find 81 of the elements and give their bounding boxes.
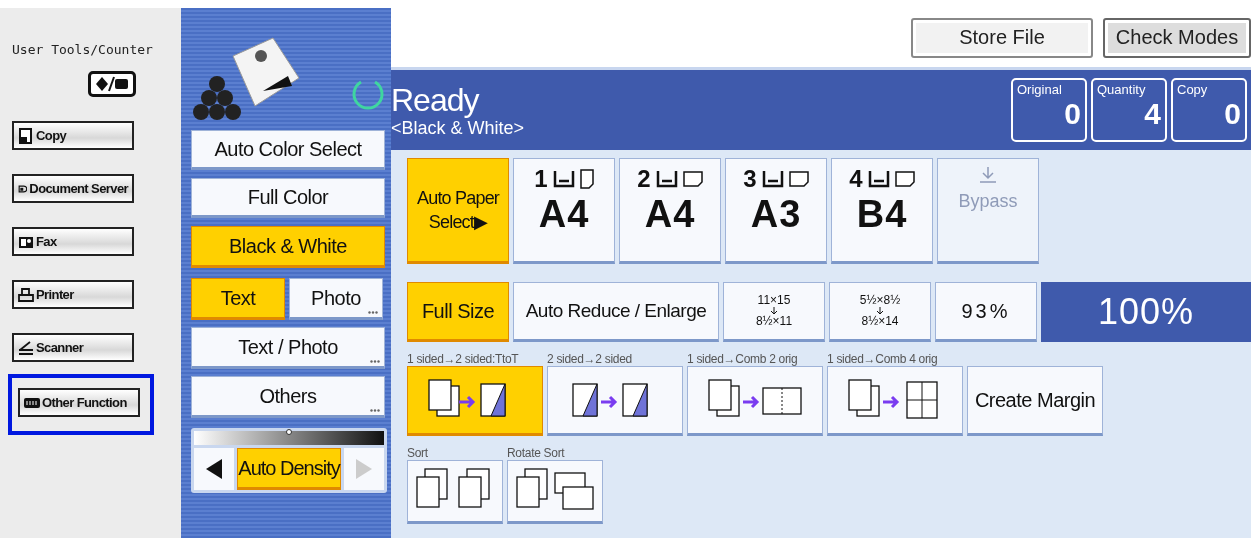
counter-label: Quantity (1097, 82, 1147, 97)
more-dots-icon (370, 360, 380, 363)
scanner-icon (18, 339, 34, 356)
tray-icon (760, 168, 785, 190)
color-mode-button[interactable]: Auto Color Select (191, 130, 385, 170)
paper-size: B4 (856, 193, 908, 236)
tray-icon (654, 168, 679, 190)
function-button[interactable]: Copy (12, 121, 134, 150)
color-mode-button[interactable]: Full Color (191, 178, 385, 218)
paper-tray-button[interactable]: 2 A4 (619, 158, 721, 264)
function-button[interactable]: Other Function (18, 388, 140, 417)
landscape-paper-icon (788, 171, 809, 187)
function-button[interactable]: Printer (12, 280, 134, 309)
user-tools-counter-button[interactable] (88, 71, 136, 97)
ratio-preset-button[interactable]: 11×15 8½×11 (723, 282, 825, 342)
landscape-paper-icon (894, 171, 915, 187)
duplex-button[interactable] (687, 366, 823, 436)
finishing-button[interactable] (507, 460, 603, 524)
tools-counter-icon (95, 76, 129, 92)
lighter-button[interactable] (194, 448, 234, 490)
tray-icon (551, 168, 576, 190)
store-file-button[interactable]: Store File (911, 17, 1093, 58)
auto-density-button[interactable]: Auto Density (237, 448, 341, 490)
auto-reduce-enlarge-button[interactable]: Auto Reduce / Enlarge (513, 282, 719, 342)
landscape-paper-icon (682, 171, 703, 187)
finishing-caption: Sort (407, 446, 429, 460)
full-size-button[interactable]: Full Size (407, 282, 509, 342)
auto-paper-select-button[interactable]: Auto Paper Select▶ (407, 158, 509, 264)
counter-value: 0 (1223, 97, 1241, 131)
color-mode-button[interactable]: Black & White (191, 226, 385, 268)
down-arrow-icon (770, 307, 778, 315)
original-type-button[interactable]: Others (191, 376, 385, 418)
counter-value: 0 (1063, 97, 1081, 131)
counter-value: 4 (1143, 97, 1161, 131)
tray-number: 3 (743, 165, 757, 193)
ratio-percent-button[interactable]: 93% (935, 282, 1037, 342)
tray-icon (866, 168, 891, 190)
check-modes-button[interactable]: Check Modes (1103, 17, 1251, 58)
more-dots-icon (370, 409, 380, 412)
down-arrow-icon (876, 307, 884, 315)
paper-size: A4 (538, 193, 590, 236)
duplex-caption: 1 sided→Comb 2 orig (687, 352, 799, 366)
more-dots-icon (368, 311, 378, 314)
paper-tray-button[interactable]: 1 A4 (513, 158, 615, 264)
printer-icon (18, 286, 34, 303)
original-type-button[interactable]: Text / Photo (191, 327, 385, 369)
status-subtitle: <Black & White> (391, 117, 526, 139)
paper-tray-button[interactable]: 3 A3 (725, 158, 827, 264)
paper-tray-button[interactable]: 4 B4 (831, 158, 933, 264)
left-arrow-icon (206, 459, 222, 479)
ratio-preset-button[interactable]: 5½×8½ 8½×14 (829, 282, 931, 342)
duplex-button[interactable] (407, 366, 543, 436)
duplex-caption: 1 sided→2 sided:TtoT (407, 352, 520, 366)
duplex-button[interactable] (547, 366, 683, 436)
counter-label: Original (1017, 82, 1063, 97)
paper-size: A3 (750, 193, 802, 236)
original-type-button[interactable]: Text (191, 278, 285, 320)
status-title: Ready (391, 81, 480, 118)
download-icon (978, 165, 998, 185)
function-button[interactable]: Scanner (12, 333, 134, 362)
duplex-button[interactable] (827, 366, 963, 436)
ready-indicator-icon (351, 78, 385, 112)
tray-number: 4 (849, 165, 863, 193)
tray-number: 1 (534, 165, 548, 193)
duplex-caption: 1 sided→Comb 4 orig (827, 352, 939, 366)
create-margin-button[interactable]: Create Margin (967, 366, 1103, 436)
paper-size: A4 (644, 193, 696, 236)
density-marker[interactable] (286, 429, 292, 435)
user-tools-label: User Tools/Counter (12, 42, 153, 57)
finishing-caption: Rotate Sort (507, 446, 566, 460)
function-button[interactable]: Document Server (12, 174, 134, 203)
tray-number: 2 (637, 165, 651, 193)
function-button[interactable]: Fax (12, 227, 134, 256)
original-type-button[interactable]: Photo (289, 278, 383, 320)
duplex-caption: 2 sided→2 sided (547, 352, 633, 366)
page-icon (18, 127, 34, 144)
ratio-display: 100% (1041, 282, 1251, 342)
counter-label: Copy (1177, 82, 1209, 97)
finishing-button[interactable] (407, 460, 503, 524)
portrait-paper-icon (579, 169, 594, 189)
right-arrow-icon (356, 459, 372, 479)
